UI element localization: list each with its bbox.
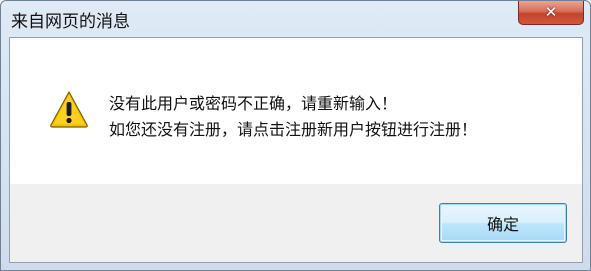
- message-area: 没有此用户或密码不正确，请重新输入！ 如您还没有注册，请点击注册新用户按钮进行注…: [10, 38, 582, 184]
- message-line-2: 如您还没有注册，请点击注册新用户按钮进行注册！: [109, 120, 478, 139]
- close-icon: ✕: [544, 3, 558, 21]
- message-line-1: 没有此用户或密码不正确，请重新输入！: [109, 94, 398, 113]
- ok-button[interactable]: 确定: [439, 203, 567, 243]
- close-button[interactable]: ✕: [518, 1, 584, 25]
- dialog-body: 没有此用户或密码不正确，请重新输入！ 如您还没有注册，请点击注册新用户按钮进行注…: [9, 37, 583, 263]
- title-bar[interactable]: 来自网页的消息 ✕: [1, 1, 590, 37]
- dialog-window: 来自网页的消息 ✕ 没有此用户或密码不正确，请重新输入！ 如您还没有注册，请点击…: [0, 0, 591, 271]
- dialog-title: 来自网页的消息: [11, 12, 130, 32]
- warning-icon: [50, 91, 88, 128]
- message-text: 没有此用户或密码不正确，请重新输入！ 如您还没有注册，请点击注册新用户按钮进行注…: [109, 91, 477, 143]
